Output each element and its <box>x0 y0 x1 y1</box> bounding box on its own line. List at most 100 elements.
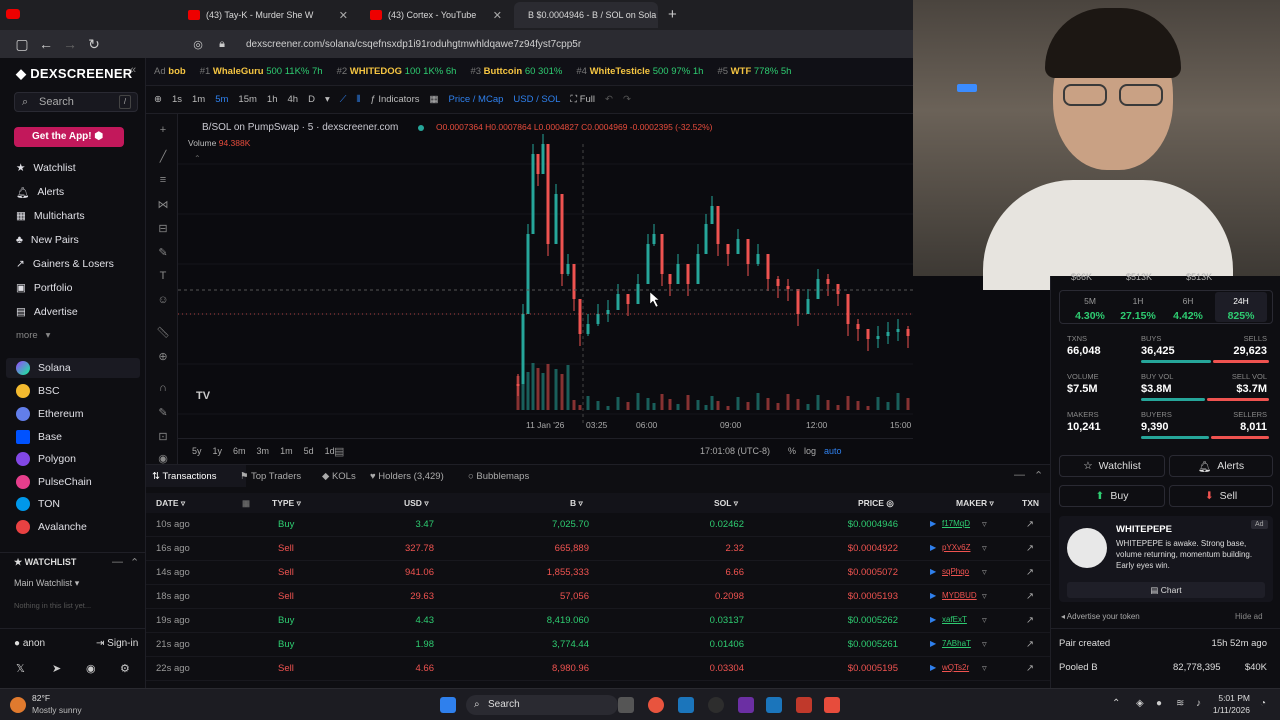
discord-icon[interactable]: ◉ <box>86 662 96 675</box>
notification-icon[interactable]: ◔ <box>1260 698 1266 709</box>
external-link-icon[interactable]: ↗ <box>1026 591 1034 602</box>
table-row[interactable]: 16s ago Sell 327.78 665,889 2.32 $0.0004… <box>146 537 1050 561</box>
tracking-icon[interactable]: ◎ <box>186 38 210 51</box>
filter-icon[interactable]: ▿ <box>982 543 987 554</box>
external-link-icon[interactable]: ↗ <box>1026 663 1034 674</box>
new-tab-button[interactable]: + <box>668 6 677 23</box>
tab-bubblemaps[interactable]: ○ Bubblemaps <box>468 471 529 482</box>
lock-icon[interactable]: ⊡ <box>156 430 170 443</box>
filter-icon[interactable]: ▿ <box>982 591 987 602</box>
period-6h[interactable]: 6H 4.42% <box>1163 296 1213 322</box>
period-1h[interactable]: 1H 27.15% <box>1113 296 1163 322</box>
table-row[interactable]: 18s ago Sell 29.63 57,056 0.2098 $0.0005… <box>146 585 1050 609</box>
cell-maker[interactable]: MYDBUD <box>942 591 977 600</box>
calendar-icon[interactable]: ▤ <box>334 445 344 458</box>
chevron-down-icon[interactable]: ▾ <box>325 94 330 105</box>
get-app-button[interactable]: Get the App! ⬢ <box>14 127 124 147</box>
fib-icon[interactable]: ≡ <box>156 174 170 186</box>
range-1y[interactable]: 1y <box>213 446 223 456</box>
indicators-button[interactable]: ƒ Indicators <box>370 94 419 105</box>
crosshair-icon[interactable]: + <box>156 124 170 136</box>
watchlist-button[interactable]: ☆ Watchlist <box>1059 455 1165 477</box>
range-5y[interactable]: 5y <box>192 446 202 456</box>
ad-card[interactable]: WHITEPEPE Ad WHITEPEPE is awake. Strong … <box>1059 516 1273 602</box>
interval-1m[interactable]: 1m <box>192 94 205 105</box>
interval-D[interactable]: D <box>308 94 315 105</box>
col-date[interactable]: DATE ▿ <box>156 498 185 509</box>
col-b[interactable]: B ▿ <box>570 498 583 509</box>
line-chart-icon[interactable]: ⟋ <box>340 94 347 105</box>
col-maker[interactable]: MAKER ▿ <box>956 498 994 509</box>
eye-icon[interactable]: ◉ <box>156 452 170 465</box>
network-icon[interactable]: ◈ <box>1136 698 1144 709</box>
price-mcap-toggle[interactable]: Price / MCap <box>448 94 503 105</box>
trendline-icon[interactable]: ╱ <box>156 150 170 163</box>
cell-maker[interactable]: 7ABhaT <box>942 639 971 648</box>
cell-maker[interactable]: f17MqD <box>942 519 970 528</box>
close-icon[interactable]: ✕ <box>339 9 348 22</box>
external-link-icon[interactable]: ↗ <box>1026 567 1034 578</box>
logo[interactable]: ◆ DEXSCREENER <box>16 66 133 82</box>
sidebar-item-alerts[interactable]: 🔔︎ Alerts <box>16 183 64 201</box>
table-row[interactable]: 10s ago Buy 3.47 7,025.70 0.02462 $0.000… <box>146 513 1050 537</box>
mic-icon[interactable]: ● <box>1156 698 1162 709</box>
sidebar-item-watchlist[interactable]: ★ Watchlist <box>16 159 76 177</box>
emoji-icon[interactable]: ☺ <box>156 294 170 306</box>
calendar-icon[interactable]: ▦ <box>242 498 250 509</box>
cell-maker[interactable]: pYXv6Z <box>942 543 970 552</box>
collapse-icon[interactable]: ⌃ <box>130 556 139 569</box>
external-link-icon[interactable]: ↗ <box>1026 543 1034 554</box>
add-icon[interactable]: ⊕ <box>154 94 162 105</box>
chain-avalanche[interactable]: Avalanche <box>16 518 87 536</box>
col-type[interactable]: TYPE ▿ <box>272 498 301 509</box>
file-explorer-icon[interactable] <box>618 697 634 713</box>
calculator-icon[interactable] <box>824 697 840 713</box>
signin-button[interactable]: ⇥ Sign-in <box>96 638 138 649</box>
ad-chart-button[interactable]: ▤ Chart <box>1067 582 1265 598</box>
browser-tab-1[interactable]: (43) Tay-K - Murder She W ✕ <box>180 2 356 28</box>
table-row[interactable]: 22s ago Sell 4.66 8,980.96 0.03304 $0.00… <box>146 657 1050 681</box>
clock-time[interactable]: 5:01 PM <box>1210 693 1250 703</box>
usd-sol-toggle[interactable]: USD / SOL <box>513 94 560 105</box>
cell-maker[interactable]: xafExT <box>942 615 967 624</box>
sidebar-item-portfolio[interactable]: ▣ Portfolio <box>16 279 72 297</box>
buy-button[interactable]: ⬆ Buy <box>1059 485 1165 507</box>
steam-icon[interactable] <box>678 697 694 713</box>
tab-holders[interactable]: ♥ Holders (3,429) <box>370 471 444 482</box>
brush-icon[interactable]: ✎ <box>156 246 170 259</box>
interval-5m[interactable]: 5m <box>215 94 228 105</box>
sell-button[interactable]: ⬇ Sell <box>1169 485 1273 507</box>
price-chart[interactable]: B/SOL on PumpSwap · 5 · dexscreener.com … <box>178 114 913 464</box>
sidebar-item-new-pairs[interactable]: ♣ New Pairs <box>16 231 79 249</box>
draw-lock-icon[interactable]: ✎ <box>156 406 170 419</box>
minimize-icon[interactable]: — <box>1014 469 1025 481</box>
log-toggle[interactable]: log <box>804 446 816 456</box>
range-6m[interactable]: 6m <box>233 446 246 456</box>
percent-toggle[interactable]: % <box>788 446 796 456</box>
ticker-item[interactable]: #3 Buttcoin 60 301% <box>470 66 562 77</box>
taskbar-search[interactable]: ⌕ Search <box>466 695 618 715</box>
filter-icon[interactable]: ▿ <box>982 639 987 650</box>
filter-icon[interactable]: ▿ <box>982 567 987 578</box>
reload-button[interactable]: ↻ <box>82 36 106 53</box>
weather-icon[interactable] <box>10 697 26 713</box>
table-row[interactable]: 21s ago Buy 1.98 3,774.44 0.01406 $0.000… <box>146 633 1050 657</box>
period-24h[interactable]: 24H 825% <box>1215 292 1267 322</box>
hide-ad-link[interactable]: Hide ad <box>1235 612 1263 621</box>
table-row[interactable]: 19s ago Buy 4.43 8,419.060 0.03137 $0.00… <box>146 609 1050 633</box>
interval-1s[interactable]: 1s <box>172 94 182 105</box>
url-text[interactable]: dexscreener.com/solana/csqefnsxdp1i91rod… <box>246 39 581 50</box>
watchlist-select[interactable]: Main Watchlist ▾ <box>14 578 79 589</box>
chain-ton[interactable]: TON <box>16 495 60 513</box>
range-3m[interactable]: 3m <box>257 446 270 456</box>
tray-chevron-icon[interactable]: ⌃ <box>1112 698 1120 709</box>
wifi-icon[interactable]: ≋ <box>1176 698 1184 709</box>
weather-temp[interactable]: 82°F <box>32 693 50 703</box>
ticker-item[interactable]: #5 WTF 778% 5h <box>717 66 791 77</box>
undo-icon[interactable]: ↶ <box>605 94 613 105</box>
user-account[interactable]: ● anon <box>14 638 45 649</box>
ticker-item[interactable]: Ad bob <box>154 66 186 77</box>
more-link[interactable]: more ▾ <box>16 326 50 344</box>
external-link-icon[interactable]: ↗ <box>1026 615 1034 626</box>
minimize-icon[interactable]: — <box>112 556 123 568</box>
